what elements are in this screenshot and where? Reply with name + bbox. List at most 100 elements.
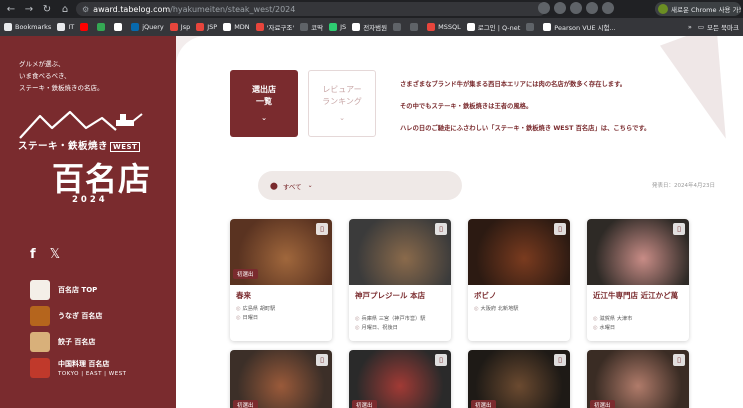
bookmark-favicon-icon (300, 23, 309, 31)
facebook-icon[interactable]: f (30, 247, 36, 262)
location-pin-icon: ◎ (355, 316, 360, 322)
url-host: award.tabelog.com (93, 4, 171, 14)
publish-date: 発表日：2024年4月23日 (652, 183, 715, 189)
selected-list-button[interactable]: 選出店 一覧 ⌄ (230, 70, 298, 137)
bookmark-favicon-icon (97, 23, 106, 31)
bookmark-item[interactable] (393, 23, 404, 31)
bookmark-icon[interactable]: ▯ (316, 223, 328, 235)
bookmark-icon[interactable]: ▯ (673, 354, 685, 366)
bookmark-item[interactable]: Pearson VUE 시험... (543, 22, 616, 32)
restaurant-name: 春来 (236, 291, 251, 300)
bookmark-favicon-icon (410, 23, 419, 31)
translate-icon[interactable] (538, 2, 550, 14)
restaurant-card[interactable]: ▯ 近江牛専門店 近江かど萬 ◎ 滋賀県 大津市 ◎ 水曜日 (587, 219, 689, 341)
bookmark-item[interactable]: MDN (223, 23, 250, 31)
chevron-down-icon: ⌄ (307, 182, 313, 189)
sidebar-link-thumbnail (30, 306, 50, 326)
bookmark-item[interactable]: Jsp (169, 23, 190, 31)
area-filter-dropdown[interactable]: ⬤ すべて ⌄ (258, 171, 462, 200)
bookmark-item[interactable]: 전자범원 (352, 22, 387, 32)
sidebar-link-thumbnail (30, 280, 50, 300)
reviewer-ranking-button[interactable]: レビュアー ランキング ⌄ (308, 70, 376, 137)
sidebar-link[interactable]: うなぎ 百名店 (30, 306, 127, 326)
sidebar-links: 百名店 TOP うなぎ 百名店餃子 百名店 中国料理 百名店 TOKYO | EAST… (30, 280, 127, 384)
bookmark-item[interactable]: IT (57, 23, 74, 31)
new-badge: 初選出 (233, 269, 258, 279)
bookmark-item[interactable] (410, 23, 421, 31)
bookmark-item[interactable] (97, 23, 108, 31)
restaurant-location: ◎ 滋賀県 大津市 (593, 316, 633, 322)
bookmark-item[interactable]: JS (329, 23, 346, 31)
avatar (658, 4, 668, 14)
calendar-icon: ◎ (355, 325, 360, 331)
bookmark-item[interactable]: Bookmarks (4, 23, 51, 31)
bookmark-favicon-icon (427, 23, 436, 31)
new-badge: 初選出 (471, 400, 496, 408)
sidebar-link[interactable]: 餃子 百名店 (30, 332, 127, 352)
bookmark-favicon-icon (80, 23, 89, 31)
sidebar-link[interactable]: 中国料理 百名店 TOKYO | EAST | WEST (30, 358, 127, 378)
bookmark-item[interactable]: jQuery (131, 23, 164, 31)
bookmark-item[interactable]: 코딱 (300, 22, 323, 32)
restaurant-card[interactable]: ▯ 初選出 (587, 350, 689, 408)
restaurant-card[interactable]: ▯ ボビノ ◎ 大阪府 北新地駅 (468, 219, 570, 341)
back-icon[interactable]: ← (4, 2, 18, 16)
bookmark-icon[interactable]: ▯ (673, 223, 685, 235)
sidebar-link-label: 百名店 TOP (58, 286, 98, 294)
all-bookmarks[interactable]: » ▭ 모든 북마크 (688, 18, 739, 36)
extensions-icon[interactable] (570, 2, 582, 14)
mountain-logo-icon (19, 110, 143, 139)
location-pin-icon: ◎ (236, 306, 241, 312)
tagline: グルメが選ぶ、 いま食べるべき、 ステーキ・鉄板焼きの名店。 (19, 60, 104, 92)
restaurant-closed-day: ◎ 月曜日、祝後日 (355, 325, 398, 331)
site-info-icon[interactable]: ⚙ (82, 5, 89, 14)
bookmark-favicon-icon (255, 23, 264, 31)
bookmark-favicon-icon (223, 23, 232, 31)
sidepanel-icon[interactable] (586, 2, 598, 14)
new-badge: 初選出 (233, 400, 258, 408)
chevron-down-icon: ⌄ (261, 113, 267, 122)
x-icon[interactable]: 𝕏 (50, 247, 60, 262)
bookmark-icon[interactable]: ▯ (554, 354, 566, 366)
bookmark-item[interactable]: 로그인 | Q-net (466, 22, 520, 32)
restaurant-card[interactable]: ▯ 神戸プレジール 本店 ◎ 兵庫県 三宮（神戸市営）駅 ◎ 月曜日、祝後日 (349, 219, 451, 341)
sidebar-link[interactable]: 百名店 TOP (30, 280, 127, 300)
new-badge: 初選出 (590, 400, 615, 408)
sidebar-link-label: 中国料理 百名店 (58, 360, 110, 368)
restaurant-name: 神戸プレジール 本店 (355, 291, 426, 300)
bookmark-favicon-icon (169, 23, 178, 31)
bookmark-item[interactable] (526, 23, 537, 31)
restaurant-card[interactable]: ▯ 初選出 (230, 350, 332, 408)
profile-icon[interactable] (602, 2, 614, 14)
bookmark-star-icon[interactable] (554, 2, 566, 14)
intro-text: さまざまなブランド牛が集まる西日本エリアには肉の名店が数多く存在します。 その中… (400, 81, 651, 132)
bookmark-icon[interactable]: ▯ (435, 223, 447, 235)
restaurant-card[interactable]: ▯ 初選出 (468, 350, 570, 408)
bookmark-item[interactable]: MSSQL (427, 23, 461, 31)
restaurant-card[interactable]: ▯ 初選出 春来 ◎ 広島県 胡町駅 ◎ 日曜日 (230, 219, 332, 341)
address-bar[interactable]: ⚙ award.tabelog.com /hyakumeiten/steak_w… (76, 2, 546, 16)
bookmark-icon[interactable]: ▯ (316, 354, 328, 366)
restaurant-name: ボビノ (474, 291, 497, 300)
chevron-down-icon: ⌄ (339, 113, 345, 122)
bookmark-favicon-icon (393, 23, 402, 31)
bookmark-item[interactable] (114, 23, 125, 31)
sidebar-link-label: うなぎ 百名店 (58, 312, 103, 320)
folder-icon: ▭ (697, 23, 705, 31)
calendar-icon: ◎ (593, 325, 598, 331)
bookmark-icon[interactable]: ▯ (554, 223, 566, 235)
restaurant-location: ◎ 兵庫県 三宮（神戸市営）駅 (355, 316, 426, 322)
restaurant-card[interactable]: ▯ 初選出 (349, 350, 451, 408)
bookmark-item[interactable]: JSP (196, 23, 217, 31)
home-icon[interactable]: ⌂ (58, 2, 72, 16)
bookmark-item[interactable] (80, 23, 91, 31)
update-chrome-button[interactable]: 새로운 Chrome 사용 가능 : (655, 2, 741, 16)
new-badge: 初選出 (352, 400, 377, 408)
bookmark-favicon-icon (57, 23, 66, 31)
site-logo[interactable]: ステーキ・鉄板焼き WEST 百名店 2024 (18, 108, 150, 208)
reload-icon[interactable]: ↻ (40, 2, 54, 16)
bookmark-item[interactable]: '자료구조' (255, 22, 294, 32)
bookmark-icon[interactable]: ▯ (435, 354, 447, 366)
bookmark-favicon-icon (543, 23, 552, 31)
forward-icon[interactable]: → (22, 2, 36, 16)
